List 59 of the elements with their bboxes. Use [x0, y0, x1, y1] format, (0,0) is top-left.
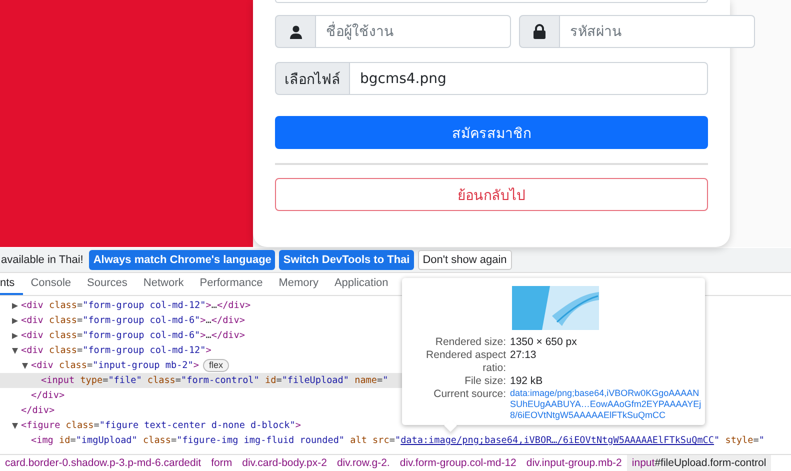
code-line: <div class="form-group col-md-12"> — [21, 345, 212, 356]
username-field[interactable]: ชื่อผู้ใช้งาน — [316, 15, 511, 48]
devtools-tab[interactable]: Application — [326, 273, 396, 295]
flex-badge[interactable]: flex — [202, 359, 229, 372]
code-line: </div> — [21, 405, 55, 416]
breadcrumb-item[interactable]: div.row.g-2. — [332, 455, 395, 471]
devtools-tab[interactable]: Memory — [270, 273, 326, 295]
code-line: <figure class="figure text-center d-none d-block"> — [21, 420, 301, 431]
infobar-button[interactable]: Don't show again — [418, 250, 512, 270]
file-field[interactable]: bgcms4.png — [350, 62, 708, 95]
info-value: 27:13 — [510, 349, 538, 363]
breadcrumb-item[interactable]: input#fileUpload.form-control — [626, 455, 772, 471]
info-value: 192 kB — [510, 375, 544, 388]
breadcrumb-item[interactable]: form — [206, 455, 238, 471]
collapse-caret-icon[interactable] — [12, 422, 18, 428]
back-button[interactable]: ย้อนกลับไป — [275, 178, 708, 211]
expand-caret-icon[interactable] — [12, 302, 18, 308]
expand-caret-icon[interactable] — [12, 332, 18, 338]
code-text: " style=" — [714, 435, 764, 446]
dom-tree-row[interactable]: <div class="form-group col-md-12">…</div> — [0, 298, 251, 313]
source-link[interactable]: data:image/png;base64,iVBORw0KGgoAAAANSUhEUgAABUYA…EowAAoGfm2EYPAAAAYEj8/6iEOVtNtgW5AAAAAElFTkSuQmCC — [510, 388, 703, 421]
code-line: <input type="file" class="form-control" id="fileUpload" name=" — [41, 375, 388, 386]
code-line: </div> — [31, 390, 65, 401]
code-line: <div class="input-group mb-2"> — [31, 360, 199, 371]
info-label: Rendered size: — [434, 336, 506, 349]
register-button[interactable]: สมัครสมาชิก — [275, 116, 708, 149]
password-field[interactable]: รหัสผ่าน — [560, 15, 755, 48]
dom-tree-row[interactable]: <div class="form-group col-md-6">…</div> — [0, 328, 245, 343]
devtools-tab[interactable]: nts — [0, 273, 23, 295]
devtools-tab[interactable]: Network — [135, 273, 192, 295]
info-label: Current source: — [432, 388, 506, 402]
collapse-caret-icon[interactable] — [12, 348, 18, 354]
code-line: <div class="form-group col-md-6">…</div> — [21, 330, 245, 341]
infobar-button[interactable]: Switch DevTools to Thai — [279, 250, 414, 270]
infobar-message: available in Thai! — [1, 254, 84, 266]
dom-tree-row[interactable]: <figure class="figure text-center d-none d-block"> — [0, 418, 301, 433]
devtools-tab[interactable]: Performance — [192, 273, 271, 295]
dom-tree-row[interactable]: <img id="imgUpload" class="figure-img img-fluid rounded" alt src="data:image/png;base64,iVBOR…/6iEOVtNtgW5AAAAAElFTkSuQmCC" style=" — [0, 433, 764, 448]
lock-icon — [533, 24, 546, 39]
code-line: <div class="form-group col-md-12">…</div> — [21, 300, 251, 311]
choose-file-button[interactable]: เลือกไฟล์ — [275, 62, 350, 95]
info-label: Rendered aspect ratio: — [425, 349, 506, 375]
dom-tree-row[interactable]: <div class="form-group col-md-6">…</div> — [0, 313, 245, 328]
breadcrumb-item[interactable]: div.card-body.px-2 — [237, 455, 332, 471]
devtools-tab[interactable]: Sources — [79, 273, 136, 295]
devtools-tab[interactable]: Console — [22, 273, 80, 295]
expand-caret-icon[interactable] — [12, 318, 18, 324]
breadcrumb-item[interactable]: div.input-group.mb-2 — [521, 455, 627, 471]
infobar-button[interactable]: Always match Chrome's language — [89, 250, 276, 270]
dom-tree-row[interactable]: <input type="file" class="form-control" id="fileUpload" name=" — [0, 373, 402, 388]
dom-tree-row[interactable]: <div class="form-group col-md-12"> — [0, 343, 212, 358]
source-link[interactable]: data:image/png;base64,iVBOR…/6iEOVtNtgW5AAAAAElFTkSuQmCC — [400, 435, 714, 446]
breadcrumb-item[interactable]: card.border-0.shadow.p-3.p-md-6.cardedit — [0, 455, 206, 471]
info-label: File size: — [464, 375, 506, 388]
info-value: 1350 × 650 px — [510, 336, 578, 349]
person-icon — [288, 24, 302, 38]
code-text: <img id="imgUpload" class="figure-img img-fluid rounded" alt src=" — [31, 435, 401, 446]
breadcrumb-item[interactable]: div.form-group.col-md-12 — [394, 455, 522, 471]
code-line: <div class="form-group col-md-6">…</div> — [21, 315, 245, 326]
